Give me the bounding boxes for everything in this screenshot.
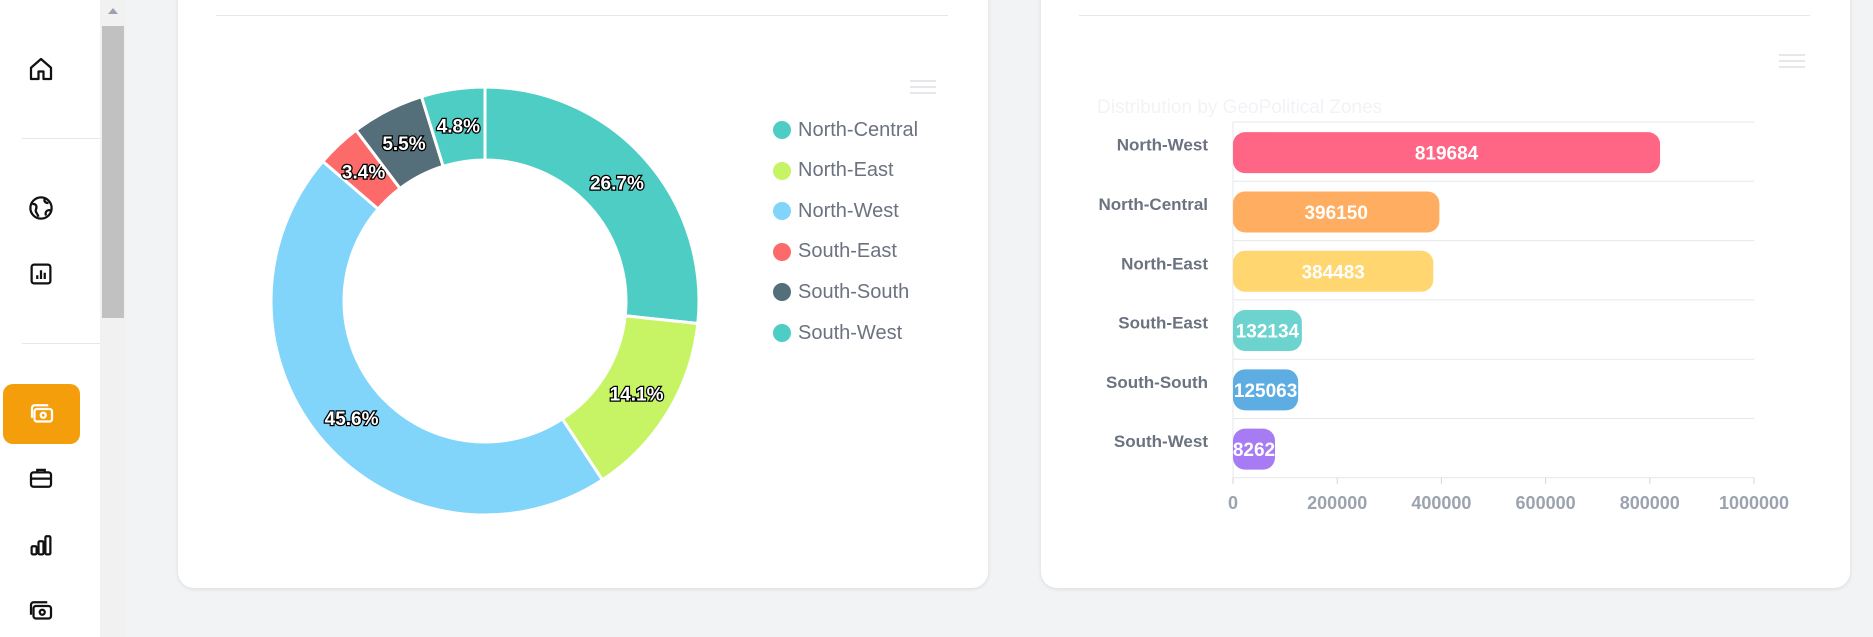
- legend-marker: [773, 121, 791, 139]
- briefcase-icon[interactable]: [0, 458, 82, 498]
- scroll-up-arrow-icon[interactable]: [108, 8, 118, 14]
- card-divider: [216, 15, 948, 16]
- sidebar-divider: [22, 138, 100, 139]
- legend-marker: [773, 202, 791, 221]
- card-divider: [1079, 15, 1810, 16]
- legend-item[interactable]: North-West: [773, 199, 899, 223]
- sidebar-scrollbar[interactable]: [100, 0, 126, 637]
- legend-label: South-East: [798, 240, 897, 263]
- legend-item[interactable]: North-Central: [773, 118, 918, 142]
- globe-icon[interactable]: [0, 188, 82, 228]
- legend-item[interactable]: North-East: [773, 159, 894, 183]
- bar-chart-icon[interactable]: [0, 525, 82, 565]
- sidebar-divider: [22, 343, 100, 344]
- legend-marker: [773, 242, 791, 261]
- legend-label: South-West: [798, 321, 903, 344]
- legend-label: South-South: [798, 280, 910, 303]
- bar-chart-title: Distribution by GeoPolitical Zones: [1097, 97, 1383, 118]
- chart-menu-icon[interactable]: [1779, 54, 1805, 72]
- bar-chart-card: [1041, 0, 1850, 588]
- chart-menu-icon[interactable]: [910, 80, 936, 98]
- legend-item[interactable]: South-South: [773, 280, 909, 304]
- home-icon[interactable]: [0, 49, 82, 89]
- legend-marker: [773, 324, 791, 342]
- report-chart-icon[interactable]: [0, 254, 82, 294]
- legend-marker: [773, 283, 791, 302]
- legend-marker: [773, 161, 791, 180]
- sidebar: [0, 0, 100, 637]
- legend-item[interactable]: South-West: [773, 321, 902, 345]
- cash-icon-2[interactable]: [0, 591, 82, 631]
- legend-label: North-West: [798, 199, 899, 222]
- cash-icon[interactable]: [3, 384, 80, 444]
- legend-label: North-East: [798, 159, 894, 182]
- legend-label: North-Central: [798, 118, 919, 141]
- scrollbar-thumb[interactable]: [102, 26, 124, 318]
- legend-item[interactable]: South-East: [773, 240, 897, 264]
